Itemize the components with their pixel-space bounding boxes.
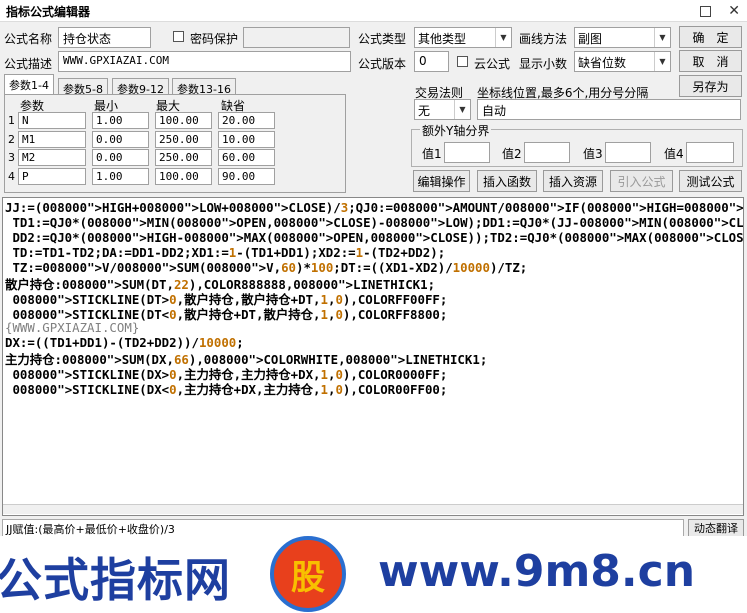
decimals-label: 显示小数 xyxy=(519,57,568,71)
code-line: DX:=((TD1+DD1)-(TD2+DD2))/10000; xyxy=(5,335,244,350)
chevron-down-icon: ▼ xyxy=(495,28,511,47)
param-min-input[interactable]: 0.00 xyxy=(92,131,149,148)
cloud-formula-checkbox[interactable] xyxy=(457,56,468,67)
test-formula-button[interactable]: 测试公式 xyxy=(679,170,742,192)
formula-type-label: 公式类型 xyxy=(358,32,407,46)
title-bar: 指标公式编辑器 ✕ xyxy=(0,0,747,22)
code-editor[interactable]: JJ:=(008000">HIGH+008000">LOW+008000">CL… xyxy=(2,197,744,516)
y-value-4-label: 值4 xyxy=(664,147,684,161)
decimals-select[interactable]: 缺省位数 ▼ xyxy=(574,51,671,72)
code-line: 008000">STICKLINE(DX<0,主力持仓+DX,主力持仓,1,0)… xyxy=(12,382,448,397)
code-line: TD:=TD1-TD2;DA:=DD1-DD2;XD1:=1-(TD1+DD1)… xyxy=(5,245,446,260)
formula-editor-window: 指标公式编辑器 ✕ 公式名称 持仓状态 密码保护 公式类型 其他类型 ▼ 画线方… xyxy=(0,0,747,613)
window-title: 指标公式编辑器 xyxy=(6,5,91,19)
insert-function-button[interactable]: 插入函数 xyxy=(477,170,537,192)
chevron-down-icon: ▼ xyxy=(654,28,670,47)
code-line: TD1:=QJ0*(008000">MIN(008000">OPEN,00800… xyxy=(5,215,744,230)
param-name-input[interactable]: N xyxy=(18,112,86,129)
password-input[interactable] xyxy=(243,27,350,48)
y-value-1-label: 值1 xyxy=(422,147,442,161)
code-line: TZ:=008000">V/008000">SUM(008000">V,60)*… xyxy=(5,260,528,275)
trading-rule-select[interactable]: 无 ▼ xyxy=(414,99,471,120)
param-min-input[interactable]: 0.00 xyxy=(92,149,149,166)
ok-button[interactable]: 确 定 xyxy=(679,26,742,48)
chevron-down-icon: ▼ xyxy=(654,52,670,71)
param-default-input[interactable]: 20.00 xyxy=(218,112,275,129)
draw-method-select[interactable]: 副图 ▼ xyxy=(574,27,671,48)
formula-type-value: 其他类型 xyxy=(418,32,467,46)
cancel-button[interactable]: 取 消 xyxy=(679,50,742,72)
formula-version-input[interactable]: 0 xyxy=(414,51,449,72)
save-as-button[interactable]: 另存为 xyxy=(679,75,742,97)
password-label: 密码保护 xyxy=(190,32,239,46)
param-max-input[interactable]: 250.00 xyxy=(155,131,212,148)
trading-rule-value: 无 xyxy=(418,104,431,118)
code-comment-line: {WWW.GPXIAZAI.COM} xyxy=(5,320,140,335)
brand-text-right: www.9m8.cn xyxy=(378,546,696,597)
param-name-input[interactable]: P xyxy=(18,168,86,185)
y-value-2-input[interactable] xyxy=(524,142,570,163)
coord-lines-input[interactable]: 自动 xyxy=(477,99,741,120)
tab-params-1-4[interactable]: 参数1-4 xyxy=(4,74,54,94)
param-min-input[interactable]: 1.00 xyxy=(92,168,149,185)
formula-name-label: 公式名称 xyxy=(4,32,53,46)
extra-y-axis-legend: 额外Y轴分界 xyxy=(420,122,492,139)
insert-resource-button[interactable]: 插入资源 xyxy=(543,170,603,192)
dynamic-translate-button[interactable]: 动态翻译 xyxy=(688,519,744,537)
y-value-3-label: 值3 xyxy=(583,147,603,161)
param-row-number: 1 xyxy=(8,114,15,127)
param-default-input[interactable]: 90.00 xyxy=(218,168,275,185)
cloud-formula-label: 云公式 xyxy=(474,57,511,71)
param-row-number: 4 xyxy=(8,170,15,183)
formula-desc-label: 公式描述 xyxy=(4,57,53,71)
horizontal-scrollbar[interactable] xyxy=(3,504,743,514)
brand-logo-icon: 股 xyxy=(270,536,346,612)
brand-logo-char: 股 xyxy=(291,557,325,598)
brand-banner: 公式指标网 股 www.9m8.cn xyxy=(0,536,747,613)
status-bar: JJ赋值:(最高价+最低价+收盘价)/3 xyxy=(2,519,684,537)
y-value-3-input[interactable] xyxy=(605,142,651,163)
import-formula-button[interactable]: 引入公式 xyxy=(610,170,673,192)
close-icon[interactable]: ✕ xyxy=(728,3,740,19)
formula-version-label: 公式版本 xyxy=(358,57,407,71)
param-max-input[interactable]: 100.00 xyxy=(155,168,212,185)
param-row-number: 3 xyxy=(8,151,15,164)
param-default-input[interactable]: 10.00 xyxy=(218,131,275,148)
param-row-number: 2 xyxy=(8,133,15,146)
window-controls: ✕ xyxy=(700,2,740,20)
formula-name-input[interactable]: 持仓状态 xyxy=(58,27,151,48)
param-min-input[interactable]: 1.00 xyxy=(92,112,149,129)
y-value-4-input[interactable] xyxy=(686,142,734,163)
formula-type-select[interactable]: 其他类型 ▼ xyxy=(414,27,512,48)
password-checkbox[interactable] xyxy=(173,31,184,42)
param-max-input[interactable]: 100.00 xyxy=(155,112,212,129)
param-name-input[interactable]: M1 xyxy=(18,131,86,148)
param-default-input[interactable]: 60.00 xyxy=(218,149,275,166)
chevron-down-icon: ▼ xyxy=(454,100,470,119)
decimals-value: 缺省位数 xyxy=(578,56,627,70)
code-line: JJ:=(008000">HIGH+008000">LOW+008000">CL… xyxy=(5,200,744,215)
formula-desc-input[interactable]: WWW.GPXIAZAI.COM xyxy=(58,51,351,72)
brand-text-left: 公式指标网 xyxy=(0,553,231,607)
maximize-icon[interactable] xyxy=(700,5,711,17)
y-value-2-label: 值2 xyxy=(502,147,522,161)
edit-operation-button[interactable]: 编辑操作 xyxy=(413,170,470,192)
draw-method-value: 副图 xyxy=(578,32,603,46)
code-line: DD2:=QJ0*(008000">HIGH-008000">MAX(00800… xyxy=(5,230,744,245)
y-value-1-input[interactable] xyxy=(444,142,490,163)
param-max-input[interactable]: 250.00 xyxy=(155,149,212,166)
draw-method-label: 画线方法 xyxy=(519,32,568,46)
param-name-input[interactable]: M2 xyxy=(18,149,86,166)
